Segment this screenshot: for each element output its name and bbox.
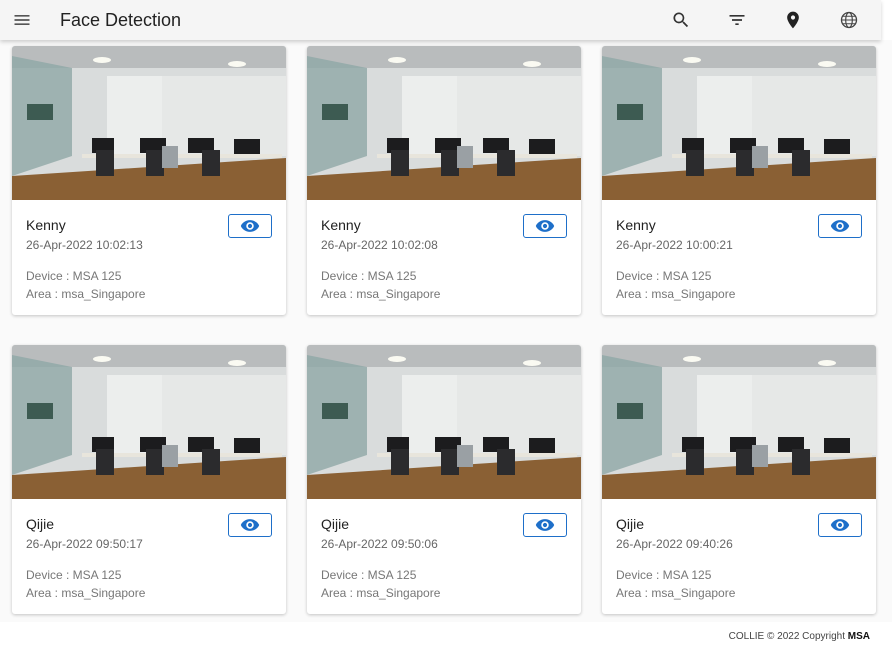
device-label: Device : MSA 125 — [26, 568, 122, 582]
area-label: Area : msa_Singapore — [26, 586, 146, 600]
filter-icon — [729, 15, 745, 25]
eye-icon — [830, 220, 850, 232]
view-button[interactable] — [818, 513, 862, 537]
area-label: Area : msa_Singapore — [321, 586, 441, 600]
detection-card: Qijie 26-Apr-2022 09:50:17 Device : MSA … — [12, 345, 286, 614]
detection-time: 26-Apr-2022 10:00:21 — [616, 238, 733, 252]
search-icon — [673, 12, 689, 28]
view-button[interactable] — [228, 214, 272, 238]
view-button[interactable] — [523, 513, 567, 537]
device-label: Device : MSA 125 — [616, 568, 712, 582]
detection-card: Kenny 26-Apr-2022 10:00:21 Device : MSA … — [602, 46, 876, 315]
snapshot-image — [307, 345, 581, 499]
detection-time: 26-Apr-2022 09:50:06 — [321, 537, 438, 551]
menu-button[interactable] — [2, 0, 42, 40]
view-button[interactable] — [523, 214, 567, 238]
snapshot-image — [12, 345, 286, 499]
language-button[interactable] — [821, 0, 877, 40]
search-button[interactable] — [653, 0, 709, 40]
app-bar: Face Detection — [0, 0, 881, 40]
location-pin-icon — [787, 11, 799, 29]
snapshot-image — [602, 345, 876, 499]
footer-brand: MSA — [847, 631, 870, 642]
detection-card: Kenny 26-Apr-2022 10:02:13 Device : MSA … — [12, 46, 286, 315]
globe-icon — [840, 11, 858, 29]
device-label: Device : MSA 125 — [616, 269, 712, 283]
area-label: Area : msa_Singapore — [321, 287, 441, 301]
eye-icon — [830, 519, 850, 531]
detection-card: Qijie 26-Apr-2022 09:40:26 Device : MSA … — [602, 345, 876, 614]
eye-icon — [240, 519, 260, 531]
snapshot-image — [12, 46, 286, 200]
detection-card: Kenny 26-Apr-2022 10:02:08 Device : MSA … — [307, 46, 581, 315]
detection-card: Qijie 26-Apr-2022 09:50:06 Device : MSA … — [307, 345, 581, 614]
detection-time: 26-Apr-2022 10:02:13 — [26, 238, 143, 252]
snapshot-image — [602, 46, 876, 200]
detection-time: 26-Apr-2022 09:50:17 — [26, 537, 143, 551]
area-label: Area : msa_Singapore — [616, 287, 736, 301]
footer-copyright: COLLIE © 2022 Copyright — [728, 631, 848, 642]
device-label: Device : MSA 125 — [26, 269, 122, 283]
filter-button[interactable] — [709, 0, 765, 40]
device-label: Device : MSA 125 — [321, 568, 417, 582]
eye-icon — [240, 220, 260, 232]
view-button[interactable] — [818, 214, 862, 238]
detection-grid[interactable]: Kenny 26-Apr-2022 10:02:13 Device : MSA … — [0, 40, 892, 622]
detection-time: 26-Apr-2022 10:02:08 — [321, 238, 438, 252]
footer: COLLIE © 2022 Copyright MSA — [0, 622, 892, 655]
hamburger-menu-icon — [14, 15, 30, 25]
detection-time: 26-Apr-2022 09:40:26 — [616, 537, 733, 551]
device-label: Device : MSA 125 — [321, 269, 417, 283]
area-label: Area : msa_Singapore — [616, 586, 736, 600]
page-title: Face Detection — [60, 9, 182, 30]
eye-icon — [535, 519, 555, 531]
location-button[interactable] — [765, 0, 821, 40]
area-label: Area : msa_Singapore — [26, 287, 146, 301]
eye-icon — [535, 220, 555, 232]
view-button[interactable] — [228, 513, 272, 537]
snapshot-image — [307, 46, 581, 200]
